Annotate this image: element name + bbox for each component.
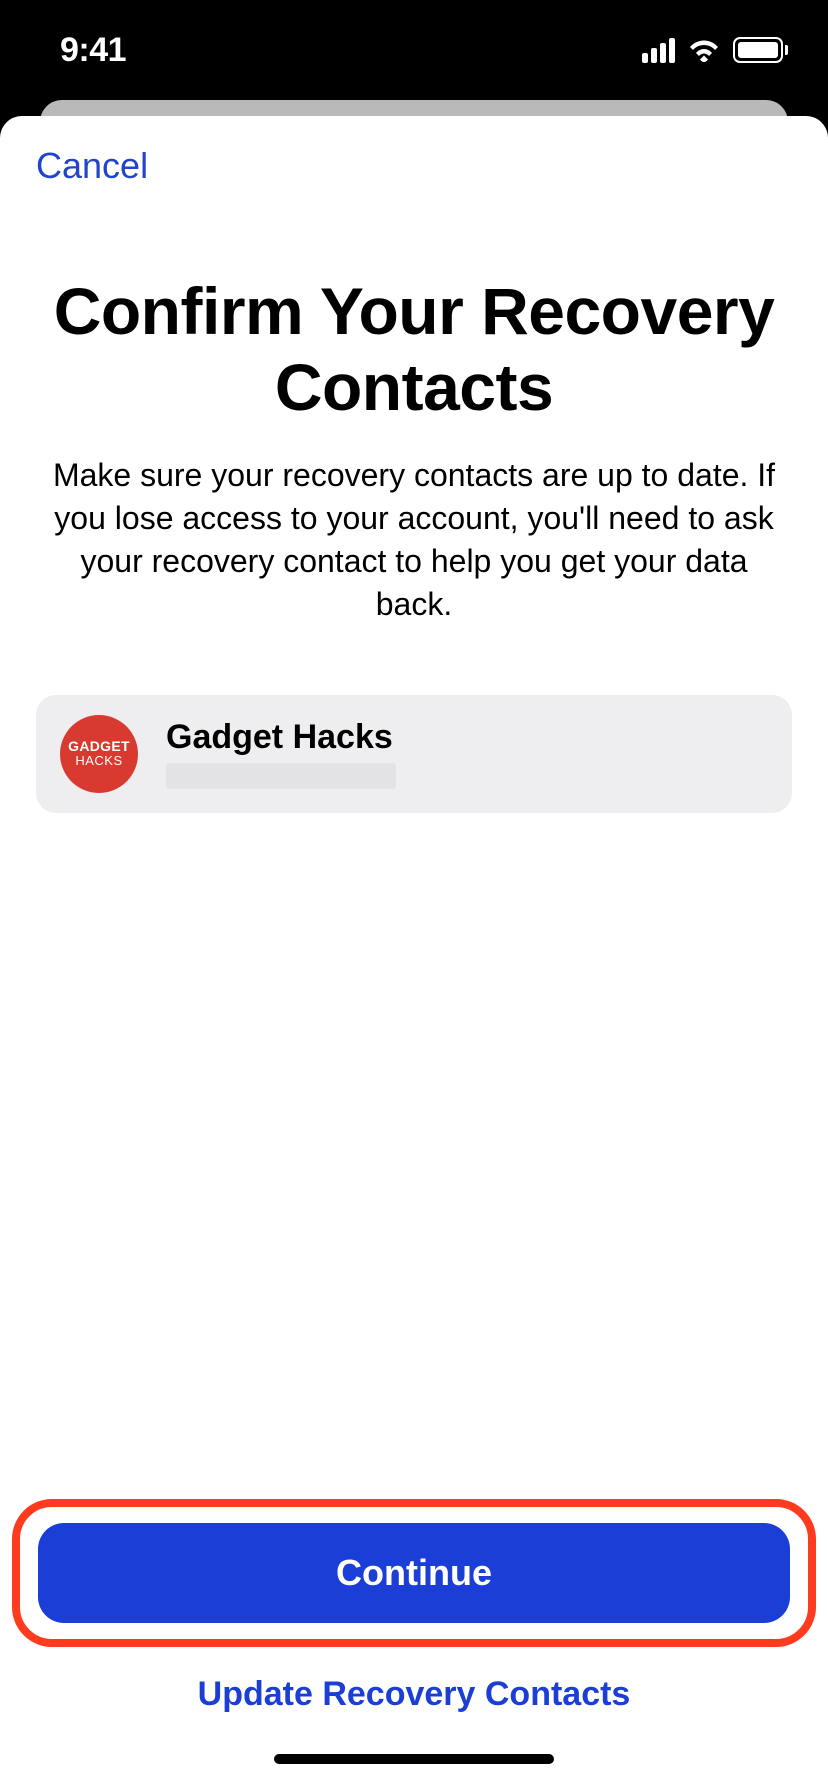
modal-sheet: Cancel Confirm Your Recovery Contacts Ma… xyxy=(0,116,828,1792)
annotation-highlight: Continue xyxy=(12,1499,816,1647)
cancel-button[interactable]: Cancel xyxy=(36,145,148,187)
content-area: Confirm Your Recovery Contacts Make sure… xyxy=(36,216,792,1499)
cellular-signal-icon xyxy=(642,38,675,63)
nav-bar: Cancel xyxy=(36,116,792,216)
contact-detail-redacted xyxy=(166,763,396,789)
home-indicator[interactable] xyxy=(274,1754,554,1764)
page-title: Confirm Your Recovery Contacts xyxy=(36,274,792,426)
contact-name: Gadget Hacks xyxy=(166,718,396,757)
recovery-contact-row[interactable]: GADGET HACKS Gadget Hacks xyxy=(36,695,792,813)
avatar-label-line1: GADGET xyxy=(68,739,130,754)
contact-avatar: GADGET HACKS xyxy=(60,715,138,793)
update-recovery-contacts-button[interactable]: Update Recovery Contacts xyxy=(36,1665,792,1724)
status-indicators xyxy=(642,37,788,63)
contact-info: Gadget Hacks xyxy=(166,718,396,789)
continue-button[interactable]: Continue xyxy=(38,1523,790,1623)
wifi-icon xyxy=(687,38,721,62)
status-time: 9:41 xyxy=(60,31,126,70)
footer: Continue Update Recovery Contacts xyxy=(36,1499,792,1792)
avatar-label-line2: HACKS xyxy=(68,754,130,768)
page-description: Make sure your recovery contacts are up … xyxy=(36,454,792,627)
battery-icon xyxy=(733,37,788,63)
status-bar: 9:41 xyxy=(0,0,828,100)
